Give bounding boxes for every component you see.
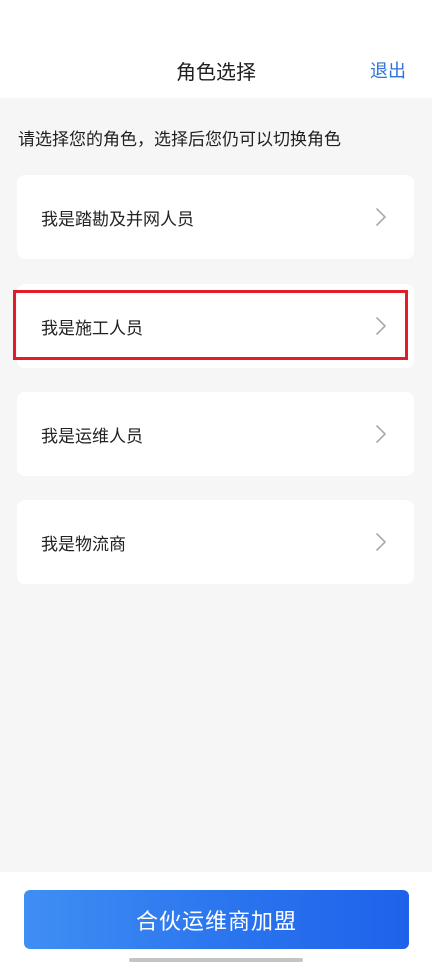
- role-hint-text: 请选择您的角色，选择后您仍可以切换角色: [18, 130, 341, 150]
- page-title: 角色选择: [176, 60, 256, 84]
- logout-button[interactable]: 退出: [370, 59, 406, 85]
- chevron-right-icon: [376, 425, 386, 443]
- top-bar: 角色选择 退出: [0, 0, 432, 98]
- chevron-right-icon: [376, 317, 386, 335]
- role-option-maintenance[interactable]: 我是运维人员: [17, 392, 414, 476]
- partner-join-button[interactable]: 合伙运维商加盟: [24, 890, 409, 949]
- role-option-label: 我是踏勘及并网人员: [41, 209, 194, 230]
- chevron-right-icon: [376, 208, 386, 226]
- role-option-label: 我是运维人员: [41, 426, 143, 447]
- role-option-survey-grid[interactable]: 我是踏勘及并网人员: [17, 175, 414, 259]
- home-indicator[interactable]: [129, 958, 303, 962]
- role-selection-screen: 角色选择 退出 请选择您的角色，选择后您仍可以切换角色 我是踏勘及并网人员 我是…: [0, 0, 432, 964]
- role-option-label: 我是物流商: [41, 534, 126, 555]
- role-option-label: 我是施工人员: [41, 318, 143, 339]
- role-option-construction[interactable]: 我是施工人员: [17, 284, 414, 368]
- chevron-right-icon: [376, 533, 386, 551]
- role-option-logistics[interactable]: 我是物流商: [17, 500, 414, 584]
